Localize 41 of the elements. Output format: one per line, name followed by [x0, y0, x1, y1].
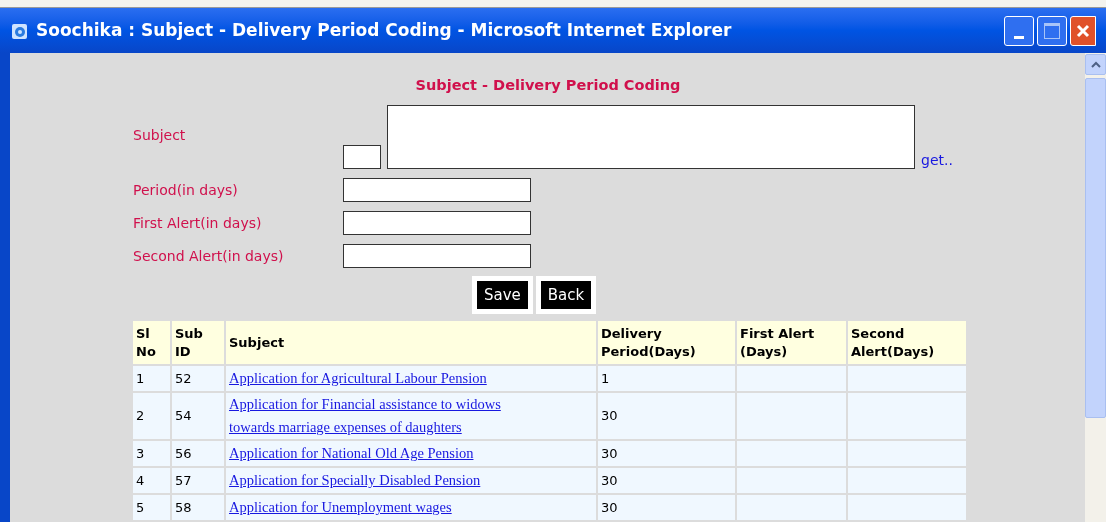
- table-cell: 2: [133, 393, 170, 439]
- save-button[interactable]: Save: [472, 276, 533, 314]
- field-label: Period(in days): [133, 180, 239, 200]
- subject-text-field[interactable]: [387, 105, 915, 169]
- table-cell: 4: [133, 468, 170, 493]
- table-cell: 30: [598, 495, 735, 520]
- input-field[interactable]: [343, 211, 531, 235]
- table-cell: 1: [133, 366, 170, 391]
- table-cell: 5: [133, 495, 170, 520]
- table-cell: 57: [172, 468, 224, 493]
- page-heading: Subject - Delivery Period Coding: [415, 76, 681, 96]
- table-cell: 54: [172, 393, 224, 439]
- back-button[interactable]: Back: [535, 276, 597, 314]
- close-icon: [1075, 22, 1091, 39]
- field-label: Second Alert(in days): [133, 246, 285, 266]
- input-field[interactable]: [343, 178, 531, 202]
- close-button[interactable]: [1070, 15, 1096, 46]
- table-cell: 30: [598, 468, 735, 493]
- subject-id-field[interactable]: [343, 145, 381, 169]
- field-label: Subject: [133, 126, 187, 145]
- get-link[interactable]: get..: [921, 153, 953, 167]
- table-cell: 52: [172, 366, 224, 391]
- window-title: Soochika : Subject - Delivery Period Coding - Microsoft Internet Explorer: [36, 18, 732, 42]
- table-cell: 1: [598, 366, 735, 391]
- minimize-button[interactable]: [1004, 15, 1034, 46]
- input-field[interactable]: [343, 244, 531, 268]
- table-cell: 56: [172, 441, 224, 466]
- field-label: First Alert(in days): [133, 213, 263, 233]
- table-cell: 30: [598, 441, 735, 466]
- table-cell: 58: [172, 495, 224, 520]
- maximize-button[interactable]: [1037, 15, 1067, 46]
- column-header: Subject: [226, 321, 596, 364]
- column-header: Sub ID: [172, 321, 224, 364]
- table-cell: 3: [133, 441, 170, 466]
- scroll-up-icon: [1090, 61, 1101, 69]
- column-header: Second Alert(Days): [848, 321, 966, 364]
- table-cell: 30: [598, 393, 735, 439]
- column-header: First Alert (Days): [737, 321, 846, 364]
- column-header: Delivery Period(Days): [598, 321, 735, 364]
- scrollbar[interactable]: [1085, 53, 1106, 522]
- column-header: Sl No: [133, 321, 170, 364]
